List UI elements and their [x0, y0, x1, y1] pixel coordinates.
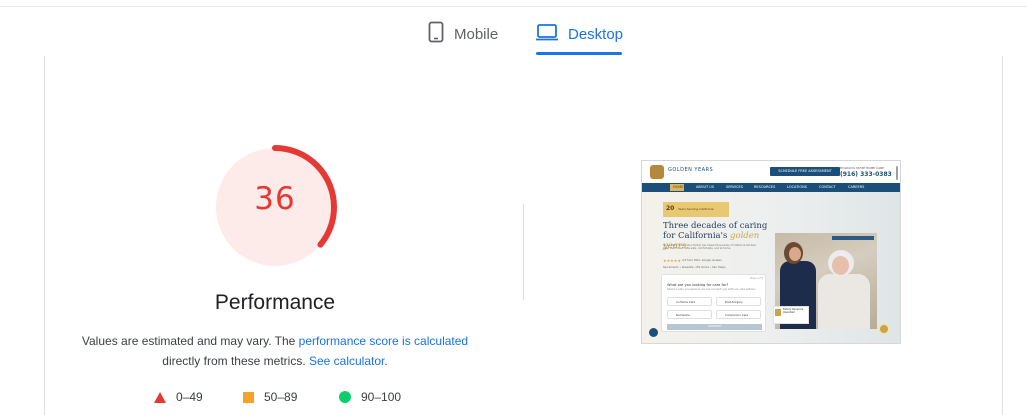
legend-pass-range: 90–100 — [361, 390, 402, 404]
site-form-option: Companion Care — [716, 310, 761, 319]
site-nav-item: SERVICES — [726, 185, 743, 189]
desc-text-2: directly from these metrics. — [162, 354, 309, 368]
panel-border-right — [1002, 56, 1003, 415]
site-trust-text: Family Owned & Operated — [783, 308, 804, 314]
site-nav-item: CONTACT — [819, 185, 836, 189]
site-body-text: Since 1995, the Golden Family has helped… — [663, 244, 756, 250]
legend-fail: 0–49 — [154, 389, 203, 405]
device-tabs: Mobile Desktop — [0, 0, 1027, 56]
site-phone-label: HOLIDAYS STATE HOME CARE — [840, 166, 885, 170]
site-stars: ★★★★★ — [663, 258, 681, 263]
score-description: Values are estimated and may vary. The p… — [70, 331, 480, 371]
performance-score: 36 — [254, 181, 296, 217]
legend-pass: 90–100 — [339, 389, 401, 405]
site-tagline: Sacramento • Roseville • Elk Grove • San… — [663, 266, 726, 269]
site-phone: (916) 333-0383 — [840, 171, 892, 178]
desc-text-end: . — [384, 354, 388, 368]
site-nav-item: HOME — [673, 185, 684, 189]
site-nav-item: RESOURCES — [754, 185, 776, 189]
site-photo-patient-face — [832, 256, 849, 275]
category-title: Performance — [214, 291, 336, 314]
vertical-divider — [523, 204, 524, 300]
site-form-option: Post-Surgery — [716, 297, 761, 306]
desktop-icon — [536, 23, 558, 45]
site-nav-item: LOCATIONS — [787, 185, 807, 189]
page-screenshot-thumbnail: GOLDEN YEARS SCHEDULE FREE ASSESSMENT HO… — [641, 160, 901, 344]
site-award-text: Years Serving California — [678, 207, 714, 211]
performance-score-link[interactable]: performance score is calculated — [299, 334, 468, 348]
site-form-question: What are you looking for care for? — [667, 283, 729, 287]
site-chat-icon — [878, 323, 890, 335]
site-form-subtext: Select a plan you want so we can connect… — [667, 288, 756, 291]
desc-text-1: Values are estimated and may vary. The — [81, 334, 299, 348]
site-stars-note: 4.8 from 300+ Google reviews — [682, 259, 722, 262]
tab-mobile[interactable]: Mobile — [428, 14, 498, 54]
legend-fail-range: 0–49 — [176, 390, 203, 404]
legend-average-range: 50–89 — [264, 390, 298, 404]
site-photo-badge — [832, 236, 874, 240]
site-photo-patient — [818, 274, 870, 329]
red-triangle-icon — [154, 391, 166, 403]
site-logo-text: GOLDEN YEARS — [668, 167, 714, 173]
site-scrollbar — [896, 166, 898, 180]
tab-desktop-label: Desktop — [568, 25, 624, 43]
site-accessibility-icon — [649, 328, 658, 337]
site-nav-item: ABOUT US — [696, 185, 715, 189]
site-nav-item: CAREERS — [848, 185, 865, 189]
green-circle-icon — [339, 391, 351, 403]
tab-desktop[interactable]: Desktop — [536, 14, 623, 54]
panel-border-left — [44, 56, 45, 415]
site-cta-button: SCHEDULE FREE ASSESSMENT — [770, 167, 840, 176]
legend-average: 50–89 — [243, 389, 297, 405]
active-tab-indicator — [536, 52, 622, 55]
site-trust-icon — [775, 309, 781, 316]
site-form-step: Step 1 of 4 — [750, 277, 764, 280]
orange-square-icon — [243, 391, 254, 403]
see-calculator-link[interactable]: See calculator — [309, 354, 384, 368]
tab-mobile-label: Mobile — [454, 25, 499, 43]
site-photo-nurse-face — [789, 247, 801, 261]
site-logo-icon — [650, 165, 664, 179]
site-form-option: In-Home Care — [667, 297, 712, 306]
site-form-submit: CONTINUE — [667, 324, 762, 330]
site-form-option: Dementia — [667, 310, 712, 319]
site-award-number: 20 — [666, 205, 675, 212]
smartphone-icon — [428, 21, 444, 47]
